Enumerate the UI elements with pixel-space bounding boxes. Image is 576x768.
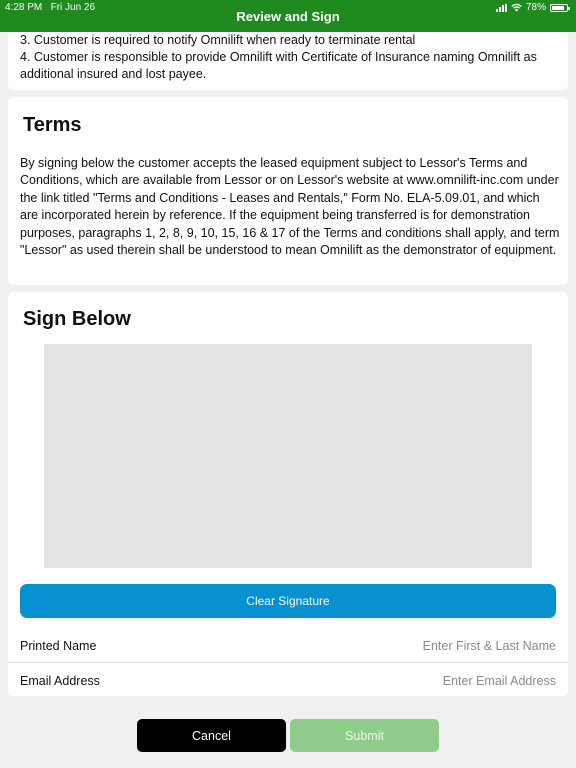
email-label: Email Address	[20, 673, 100, 688]
signature-card: Sign Below Clear Signature Printed Name …	[8, 292, 568, 696]
cancel-button[interactable]: Cancel	[137, 719, 286, 752]
sign-title: Sign Below	[23, 308, 131, 330]
printed-name-input[interactable]	[296, 639, 556, 653]
terms-card: Terms By signing below the customer acce…	[8, 97, 568, 285]
condition-item-3: 3. Customer is required to notify Omnili…	[20, 33, 416, 47]
submit-button[interactable]: Submit	[290, 719, 439, 752]
terms-title: Terms	[23, 114, 82, 136]
signature-pad[interactable]	[44, 344, 532, 568]
app-header: 4:28 PM Fri Jun 26 78% Review and Sign	[0, 0, 576, 32]
email-input[interactable]	[296, 673, 556, 688]
email-row: Email Address	[8, 664, 568, 697]
condition-item-4: 4. Customer is responsible to provide Om…	[20, 50, 537, 81]
clear-signature-button[interactable]: Clear Signature	[20, 584, 556, 618]
printed-name-row: Printed Name	[8, 630, 568, 663]
page-title: Review and Sign	[236, 9, 340, 24]
rental-conditions-list: 3. Customer is required to notify Omnili…	[20, 32, 560, 83]
terms-body: By signing below the customer accepts th…	[20, 156, 560, 258]
rental-conditions-card: 3. Customer is required to notify Omnili…	[8, 32, 568, 90]
printed-name-label: Printed Name	[20, 639, 97, 653]
